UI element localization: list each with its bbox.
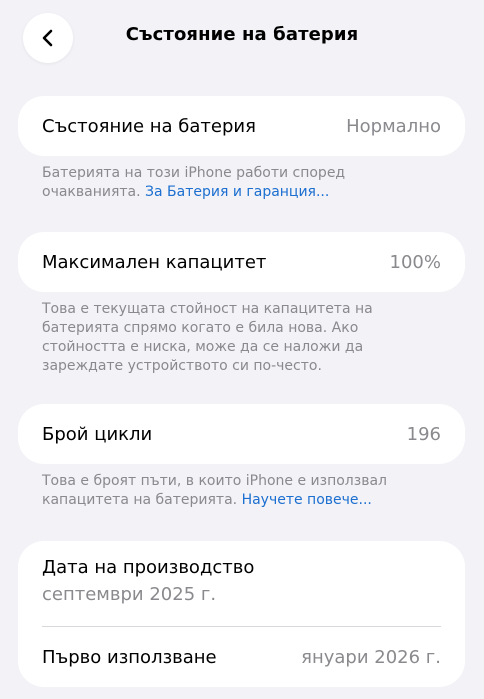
max-capacity-card: Максимален капацитет 100% [18, 232, 465, 292]
cycle-count-value: 196 [406, 423, 441, 445]
dates-card: Дата на производство септември 2025 г. П… [18, 541, 465, 687]
max-capacity-value: 100% [389, 251, 441, 273]
battery-health-screen: Състояние на батерия Състояние на батери… [0, 0, 484, 699]
cycle-count-row: Брой цикли 196 [18, 404, 465, 464]
max-capacity-row: Максимален капацитет 100% [18, 232, 465, 292]
manufacture-date-label: Дата на производство [42, 557, 255, 578]
battery-health-footnote: Батерията на този iPhone работи според о… [42, 164, 442, 202]
manufacture-date-row: Дата на производство септември 2025 г. [18, 541, 465, 626]
manufacture-date-value: септември 2025 г. [42, 584, 217, 605]
battery-health-label: Състояние на батерия [42, 115, 256, 137]
max-capacity-label: Максимален капацитет [42, 251, 267, 273]
cycle-count-footnote: Това е броят пъти, в които iPhone е изпо… [42, 472, 442, 510]
first-use-value: януари 2026 г. [301, 646, 441, 668]
cycle-count-label: Брой цикли [42, 423, 153, 445]
cycle-count-card: Брой цикли 196 [18, 404, 465, 464]
battery-health-row: Състояние на батерия Нормално [18, 96, 465, 156]
battery-warranty-link[interactable]: За Батерия и гаранция... [145, 184, 329, 200]
max-capacity-footnote: Това е текущата стойност на капацитета н… [42, 301, 373, 374]
learn-more-link[interactable]: Научете повече... [242, 492, 372, 508]
battery-health-card: Състояние на батерия Нормално [18, 96, 465, 156]
navigation-bar: Състояние на батерия [0, 0, 484, 80]
battery-health-value: Нормално [346, 115, 441, 137]
page-title: Състояние на батерия [125, 24, 359, 45]
first-use-label: Първо използване [42, 646, 217, 668]
first-use-row: Първо използване януари 2026 г. [18, 627, 465, 687]
